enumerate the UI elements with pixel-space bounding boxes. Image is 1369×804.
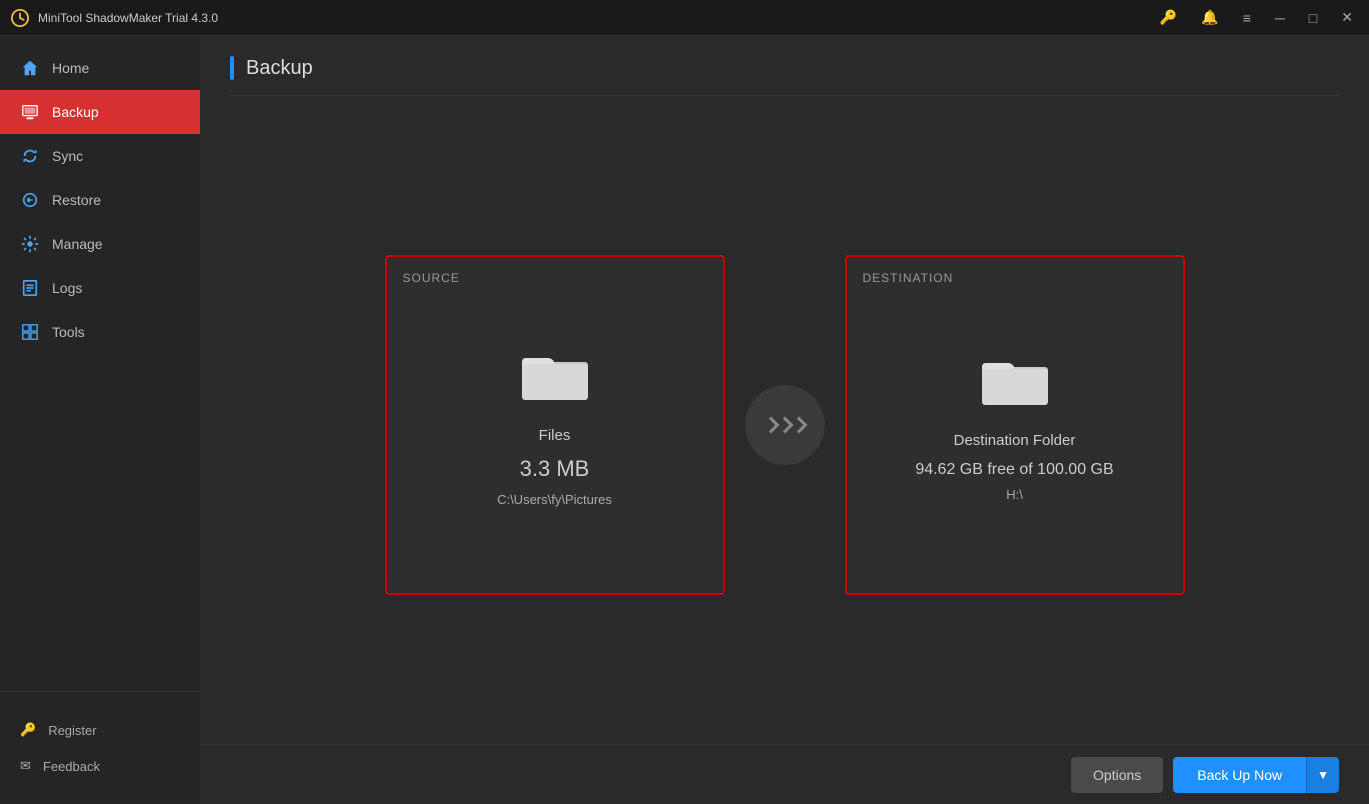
backup-now-button[interactable]: Back Up Now [1173, 757, 1306, 793]
sidebar-item-register[interactable]: 🔑 Register [0, 712, 200, 748]
window-controls: 🔑 🔔 ≡ ─ □ ✕ [1154, 7, 1359, 28]
sidebar-item-logs[interactable]: Logs [0, 266, 200, 310]
header-accent-bar [230, 56, 234, 80]
sidebar-label-tools: Tools [52, 324, 85, 340]
source-card[interactable]: SOURCE Files 3.3 MB C:\Users\fy\Pictures [385, 255, 725, 595]
sidebar-label-manage: Manage [52, 236, 103, 252]
sidebar-nav: Home Backup Sync [0, 36, 200, 691]
page-title: Backup [246, 57, 313, 80]
register-label: Register [48, 723, 96, 738]
destination-name: Destination Folder [954, 432, 1076, 449]
menu-icon[interactable]: ≡ [1237, 8, 1257, 28]
app-title: MiniTool ShadowMaker Trial 4.3.0 [38, 11, 1154, 25]
sidebar-item-tools[interactable]: Tools [0, 310, 200, 354]
restore-icon [20, 190, 40, 210]
titlebar: MiniTool ShadowMaker Trial 4.3.0 🔑 🔔 ≡ ─… [0, 0, 1369, 36]
sync-icon [20, 146, 40, 166]
page-header: Backup [230, 56, 1339, 96]
sidebar-label-backup: Backup [52, 104, 99, 120]
backup-area: SOURCE Files 3.3 MB C:\Users\fy\Pictures [230, 126, 1339, 724]
key-icon[interactable]: 🔑 [1154, 7, 1183, 28]
sidebar-label-restore: Restore [52, 192, 101, 208]
chevron-3 [790, 417, 807, 434]
tools-icon [20, 322, 40, 342]
minimize-button[interactable]: ─ [1269, 8, 1291, 28]
feedback-label: Feedback [43, 759, 100, 774]
sidebar-item-manage[interactable]: Manage [0, 222, 200, 266]
backup-icon [20, 102, 40, 122]
mail-icon: ✉ [20, 758, 31, 774]
sidebar-item-backup[interactable]: Backup [0, 90, 200, 134]
source-label: SOURCE [403, 271, 460, 285]
bell-icon[interactable]: 🔔 [1195, 7, 1224, 28]
sidebar: Home Backup Sync [0, 36, 200, 804]
sidebar-item-sync[interactable]: Sync [0, 134, 200, 178]
bottom-bar: Options Back Up Now ▼ [200, 744, 1369, 804]
destination-free: 94.62 GB free of 100.00 GB [915, 461, 1113, 479]
destination-card[interactable]: DESTINATION Destination Folder 94.62 GB … [845, 255, 1185, 595]
key-icon: 🔑 [20, 722, 36, 738]
source-size: 3.3 MB [520, 456, 590, 482]
sidebar-bottom: 🔑 Register ✉ Feedback [0, 691, 200, 804]
sidebar-item-restore[interactable]: Restore [0, 178, 200, 222]
sidebar-label-home: Home [52, 60, 89, 76]
source-path: C:\Users\fy\Pictures [497, 492, 612, 507]
sidebar-item-feedback[interactable]: ✉ Feedback [0, 748, 200, 784]
options-button[interactable]: Options [1071, 757, 1163, 793]
sidebar-item-home[interactable]: Home [0, 46, 200, 90]
destination-label: DESTINATION [863, 271, 954, 285]
source-name: Files [539, 427, 571, 444]
destination-path: H:\ [1006, 487, 1023, 502]
sidebar-label-sync: Sync [52, 148, 83, 164]
backup-dropdown-button[interactable]: ▼ [1306, 757, 1339, 793]
arrow-connector [745, 385, 825, 465]
close-button[interactable]: ✕ [1335, 7, 1359, 28]
destination-folder-icon [980, 349, 1050, 412]
manage-icon [20, 234, 40, 254]
maximize-button[interactable]: □ [1303, 8, 1323, 28]
sidebar-label-logs: Logs [52, 280, 82, 296]
chevron-arrows [765, 419, 805, 431]
home-icon [20, 58, 40, 78]
app-logo [10, 8, 30, 28]
source-folder-icon [520, 344, 590, 407]
backup-button-group: Back Up Now ▼ [1173, 757, 1339, 793]
logs-icon [20, 278, 40, 298]
app-body: Home Backup Sync [0, 36, 1369, 804]
main-content: Backup SOURCE Files 3.3 MB C:\Use [200, 36, 1369, 744]
